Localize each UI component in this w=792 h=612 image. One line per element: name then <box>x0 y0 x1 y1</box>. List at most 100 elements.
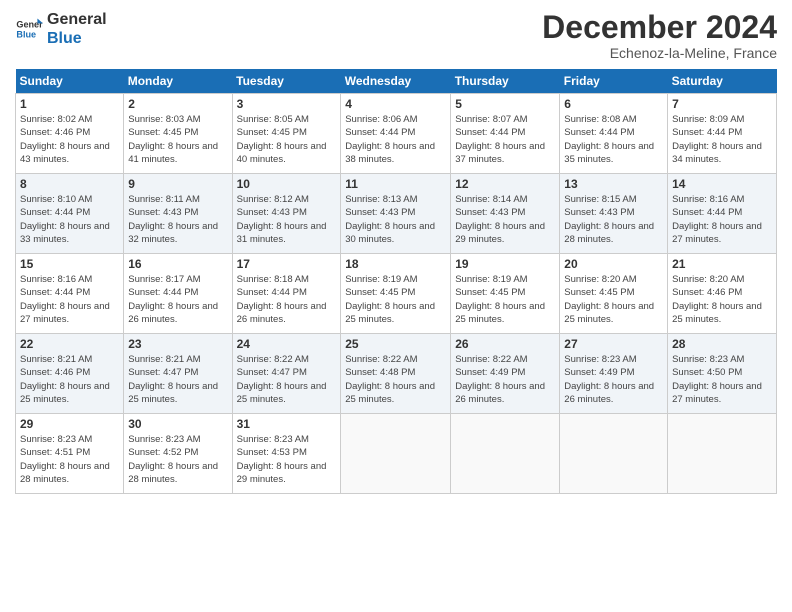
day-cell: 7 Sunrise: 8:09 AMSunset: 4:44 PMDayligh… <box>668 94 777 174</box>
day-cell <box>451 414 560 494</box>
day-cell: 21 Sunrise: 8:20 AMSunset: 4:46 PMDaylig… <box>668 254 777 334</box>
day-cell: 24 Sunrise: 8:22 AMSunset: 4:47 PMDaylig… <box>232 334 341 414</box>
day-number: 21 <box>672 257 772 271</box>
week-row-1: 1 Sunrise: 8:02 AMSunset: 4:46 PMDayligh… <box>16 94 777 174</box>
day-cell: 22 Sunrise: 8:21 AMSunset: 4:46 PMDaylig… <box>16 334 124 414</box>
day-cell <box>560 414 668 494</box>
title-area: December 2024 Echenoz-la-Meline, France <box>542 10 777 61</box>
day-detail: Sunrise: 8:03 AMSunset: 4:45 PMDaylight:… <box>128 114 218 165</box>
day-cell: 4 Sunrise: 8:06 AMSunset: 4:44 PMDayligh… <box>341 94 451 174</box>
day-detail: Sunrise: 8:16 AMSunset: 4:44 PMDaylight:… <box>672 194 762 245</box>
day-number: 7 <box>672 97 772 111</box>
day-number: 29 <box>20 417 119 431</box>
day-detail: Sunrise: 8:07 AMSunset: 4:44 PMDaylight:… <box>455 114 545 165</box>
day-cell <box>341 414 451 494</box>
day-number: 18 <box>345 257 446 271</box>
week-row-2: 8 Sunrise: 8:10 AMSunset: 4:44 PMDayligh… <box>16 174 777 254</box>
day-cell <box>668 414 777 494</box>
day-cell: 10 Sunrise: 8:12 AMSunset: 4:43 PMDaylig… <box>232 174 341 254</box>
day-cell: 2 Sunrise: 8:03 AMSunset: 4:45 PMDayligh… <box>124 94 232 174</box>
day-number: 15 <box>20 257 119 271</box>
day-detail: Sunrise: 8:22 AMSunset: 4:49 PMDaylight:… <box>455 354 545 405</box>
day-cell: 31 Sunrise: 8:23 AMSunset: 4:53 PMDaylig… <box>232 414 341 494</box>
day-number: 3 <box>237 97 337 111</box>
col-header-wednesday: Wednesday <box>341 69 451 94</box>
col-header-thursday: Thursday <box>451 69 560 94</box>
day-cell: 1 Sunrise: 8:02 AMSunset: 4:46 PMDayligh… <box>16 94 124 174</box>
day-detail: Sunrise: 8:23 AMSunset: 4:50 PMDaylight:… <box>672 354 762 405</box>
day-cell: 8 Sunrise: 8:10 AMSunset: 4:44 PMDayligh… <box>16 174 124 254</box>
day-cell: 11 Sunrise: 8:13 AMSunset: 4:43 PMDaylig… <box>341 174 451 254</box>
day-cell: 25 Sunrise: 8:22 AMSunset: 4:48 PMDaylig… <box>341 334 451 414</box>
day-number: 13 <box>564 177 663 191</box>
day-cell: 30 Sunrise: 8:23 AMSunset: 4:52 PMDaylig… <box>124 414 232 494</box>
day-number: 23 <box>128 337 227 351</box>
day-number: 2 <box>128 97 227 111</box>
day-detail: Sunrise: 8:21 AMSunset: 4:46 PMDaylight:… <box>20 354 110 405</box>
day-detail: Sunrise: 8:19 AMSunset: 4:45 PMDaylight:… <box>455 274 545 325</box>
day-number: 19 <box>455 257 555 271</box>
day-detail: Sunrise: 8:15 AMSunset: 4:43 PMDaylight:… <box>564 194 654 245</box>
day-detail: Sunrise: 8:16 AMSunset: 4:44 PMDaylight:… <box>20 274 110 325</box>
day-cell: 3 Sunrise: 8:05 AMSunset: 4:45 PMDayligh… <box>232 94 341 174</box>
day-cell: 6 Sunrise: 8:08 AMSunset: 4:44 PMDayligh… <box>560 94 668 174</box>
day-cell: 26 Sunrise: 8:22 AMSunset: 4:49 PMDaylig… <box>451 334 560 414</box>
week-row-5: 29 Sunrise: 8:23 AMSunset: 4:51 PMDaylig… <box>16 414 777 494</box>
col-header-saturday: Saturday <box>668 69 777 94</box>
day-cell: 14 Sunrise: 8:16 AMSunset: 4:44 PMDaylig… <box>668 174 777 254</box>
day-detail: Sunrise: 8:18 AMSunset: 4:44 PMDaylight:… <box>237 274 327 325</box>
day-detail: Sunrise: 8:20 AMSunset: 4:46 PMDaylight:… <box>672 274 762 325</box>
week-row-4: 22 Sunrise: 8:21 AMSunset: 4:46 PMDaylig… <box>16 334 777 414</box>
day-cell: 13 Sunrise: 8:15 AMSunset: 4:43 PMDaylig… <box>560 174 668 254</box>
day-detail: Sunrise: 8:09 AMSunset: 4:44 PMDaylight:… <box>672 114 762 165</box>
day-number: 14 <box>672 177 772 191</box>
day-number: 28 <box>672 337 772 351</box>
day-number: 24 <box>237 337 337 351</box>
day-detail: Sunrise: 8:05 AMSunset: 4:45 PMDaylight:… <box>237 114 327 165</box>
day-number: 22 <box>20 337 119 351</box>
week-row-3: 15 Sunrise: 8:16 AMSunset: 4:44 PMDaylig… <box>16 254 777 334</box>
logo-line2: Blue <box>47 29 107 48</box>
day-number: 31 <box>237 417 337 431</box>
subtitle: Echenoz-la-Meline, France <box>542 45 777 61</box>
day-cell: 15 Sunrise: 8:16 AMSunset: 4:44 PMDaylig… <box>16 254 124 334</box>
day-number: 4 <box>345 97 446 111</box>
day-detail: Sunrise: 8:23 AMSunset: 4:53 PMDaylight:… <box>237 434 327 485</box>
day-detail: Sunrise: 8:19 AMSunset: 4:45 PMDaylight:… <box>345 274 435 325</box>
day-detail: Sunrise: 8:12 AMSunset: 4:43 PMDaylight:… <box>237 194 327 245</box>
svg-text:Blue: Blue <box>16 30 36 40</box>
day-detail: Sunrise: 8:10 AMSunset: 4:44 PMDaylight:… <box>20 194 110 245</box>
day-cell: 16 Sunrise: 8:17 AMSunset: 4:44 PMDaylig… <box>124 254 232 334</box>
col-header-tuesday: Tuesday <box>232 69 341 94</box>
day-detail: Sunrise: 8:23 AMSunset: 4:51 PMDaylight:… <box>20 434 110 485</box>
calendar-table: SundayMondayTuesdayWednesdayThursdayFrid… <box>15 69 777 494</box>
main-container: General Blue General Blue December 2024 … <box>0 0 792 504</box>
day-number: 9 <box>128 177 227 191</box>
day-cell: 20 Sunrise: 8:20 AMSunset: 4:45 PMDaylig… <box>560 254 668 334</box>
day-cell: 28 Sunrise: 8:23 AMSunset: 4:50 PMDaylig… <box>668 334 777 414</box>
day-cell: 27 Sunrise: 8:23 AMSunset: 4:49 PMDaylig… <box>560 334 668 414</box>
day-cell: 12 Sunrise: 8:14 AMSunset: 4:43 PMDaylig… <box>451 174 560 254</box>
day-number: 20 <box>564 257 663 271</box>
day-detail: Sunrise: 8:22 AMSunset: 4:48 PMDaylight:… <box>345 354 435 405</box>
day-detail: Sunrise: 8:13 AMSunset: 4:43 PMDaylight:… <box>345 194 435 245</box>
header-row: SundayMondayTuesdayWednesdayThursdayFrid… <box>16 69 777 94</box>
col-header-friday: Friday <box>560 69 668 94</box>
day-number: 27 <box>564 337 663 351</box>
day-detail: Sunrise: 8:08 AMSunset: 4:44 PMDaylight:… <box>564 114 654 165</box>
header: General Blue General Blue December 2024 … <box>15 10 777 61</box>
day-cell: 29 Sunrise: 8:23 AMSunset: 4:51 PMDaylig… <box>16 414 124 494</box>
day-number: 1 <box>20 97 119 111</box>
day-detail: Sunrise: 8:20 AMSunset: 4:45 PMDaylight:… <box>564 274 654 325</box>
day-number: 6 <box>564 97 663 111</box>
logo-line1: General <box>47 10 107 29</box>
logo: General Blue General Blue <box>15 10 107 48</box>
day-number: 17 <box>237 257 337 271</box>
day-number: 5 <box>455 97 555 111</box>
day-number: 30 <box>128 417 227 431</box>
day-number: 12 <box>455 177 555 191</box>
day-number: 26 <box>455 337 555 351</box>
col-header-sunday: Sunday <box>16 69 124 94</box>
day-cell: 23 Sunrise: 8:21 AMSunset: 4:47 PMDaylig… <box>124 334 232 414</box>
day-cell: 18 Sunrise: 8:19 AMSunset: 4:45 PMDaylig… <box>341 254 451 334</box>
